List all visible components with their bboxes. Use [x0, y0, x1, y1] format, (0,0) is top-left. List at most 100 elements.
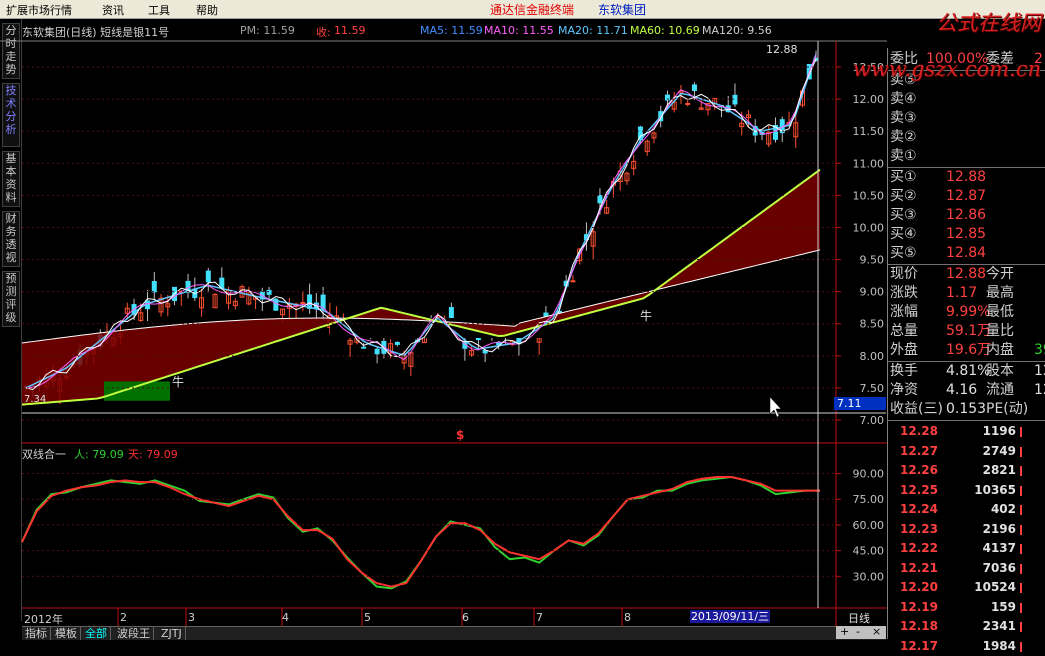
- tick-row: 12.19 159: [888, 598, 1045, 617]
- price-tick-label: 8.50: [860, 318, 885, 331]
- indicator-ren: 人: 79.09: [74, 448, 124, 461]
- buy-price: 12.86: [946, 207, 987, 223]
- buy-row: 买④ 12.85: [888, 225, 1045, 244]
- buy-label: 买②: [890, 188, 917, 204]
- price-tick-label: 11.50: [853, 125, 885, 138]
- stat-label: 涨跌: [890, 285, 918, 301]
- mouse-cursor-icon: [769, 396, 782, 418]
- tick-bar: [1020, 524, 1022, 535]
- tick-row: 12.18 2341: [888, 617, 1045, 636]
- zoom-controls: + - ×: [836, 625, 886, 639]
- price-tick-label: 9.50: [860, 254, 885, 267]
- sell-label: 卖①: [890, 148, 917, 164]
- tick-bar: [1020, 446, 1022, 457]
- buy-row: 买① 12.88: [888, 168, 1045, 187]
- tab-all[interactable]: 全部: [82, 627, 111, 640]
- tick-price: 12.25: [900, 482, 938, 497]
- stat-value: 39: [1034, 342, 1045, 358]
- stat-label: 量比: [986, 323, 1014, 339]
- stat-row: 收益(三) 0.153 PE(动): [888, 400, 1045, 419]
- candle-body: [394, 341, 400, 345]
- price-tick-label: 9.00: [860, 286, 885, 299]
- stat-value: 12.88: [946, 266, 987, 282]
- chart-title: 东软集团(日线) 短线是银11号: [22, 26, 170, 39]
- candle-body: [691, 84, 697, 92]
- zoom-in-button[interactable]: +: [840, 625, 849, 638]
- time-label: 2012年: [24, 613, 63, 626]
- tick-bar: [1020, 622, 1022, 632]
- price-tick-label: 11.00: [853, 157, 885, 170]
- high-price-label: 12.88: [766, 43, 798, 56]
- green-band: [104, 381, 170, 401]
- stat-value: 1.17: [946, 285, 978, 301]
- ma5-value: MA5: 11.59: [420, 24, 483, 37]
- tab-templates[interactable]: 模板: [52, 627, 81, 640]
- period-selector[interactable]: 日线: [848, 610, 870, 626]
- tick-qty: 2749: [982, 443, 1016, 458]
- tick-row: 12.21 7036: [888, 559, 1045, 578]
- price-tick-label: 7.50: [860, 382, 885, 395]
- tick-row: 12.23 2196: [888, 520, 1045, 539]
- stat-value: 19.6万: [946, 342, 992, 358]
- buy-price: 12.85: [946, 226, 987, 242]
- stat-label: 总量: [890, 323, 918, 339]
- tick-price: 12.26: [900, 463, 938, 477]
- price-tick-label: 12.00: [853, 93, 885, 106]
- tab-wave-king[interactable]: 波段王: [114, 627, 154, 640]
- ma20-value: MA20: 11.71: [558, 24, 628, 37]
- s-marker: $: [456, 428, 465, 442]
- tick-price: 12.20: [900, 580, 938, 594]
- buy-price: 12.88: [946, 169, 987, 185]
- ma120-value: MA120: 9.56: [702, 24, 772, 37]
- tick-bar: [1020, 505, 1022, 515]
- low-price-label: 7.34: [24, 394, 47, 405]
- ma60-value: MA60: 10.69: [630, 24, 700, 37]
- tick-row: 12.27 2749: [888, 442, 1045, 461]
- price-tick-label: 10.50: [853, 189, 885, 202]
- moving-average-lines: [21, 53, 821, 406]
- candle-body: [151, 280, 157, 293]
- tick-qty: 4137: [982, 541, 1016, 555]
- main-chart-header: 东软集团(日线) 短线是银11号: [22, 24, 173, 39]
- price-tick-label: 8.00: [860, 350, 885, 363]
- tick-row: 12.26 2821: [888, 461, 1045, 480]
- tick-bar: [1020, 563, 1022, 574]
- buy-price: 12.84: [946, 245, 987, 261]
- tian-series-line: [21, 475, 820, 588]
- tick-price: 12.28: [900, 424, 938, 438]
- sell-label: 卖③: [890, 110, 917, 126]
- stat-label: 外盘: [890, 342, 918, 358]
- cow-signal-1: 牛: [172, 375, 185, 389]
- stat-row: 现价 12.88 今开: [888, 265, 1045, 284]
- stat-row: 涨跌 1.17 最高: [888, 284, 1045, 303]
- chart-area[interactable]: 12.5012.0011.5011.0010.5010.009.509.008.…: [0, 0, 887, 626]
- close-button[interactable]: ×: [872, 625, 881, 638]
- tab-indicators[interactable]: 指标: [22, 627, 51, 640]
- tab-zjtj[interactable]: ZJTJ: [158, 627, 186, 640]
- indicator-tick-label: 60.00: [853, 519, 885, 532]
- tick-bar: [1020, 602, 1022, 613]
- time-label: 7: [536, 611, 543, 624]
- tick-qty: 7036: [982, 560, 1016, 575]
- candle-body: [685, 102, 691, 105]
- indicator-tick-label: 90.00: [853, 468, 885, 481]
- stat-label: 收益(三): [890, 401, 943, 417]
- sell-row: 卖④: [888, 90, 1045, 109]
- tick-row: 12.17 1984: [888, 637, 1045, 656]
- tick-bar: [1020, 641, 1022, 652]
- ma10-value: MA10: 11.55: [484, 24, 554, 37]
- sell-label: 卖②: [890, 129, 917, 145]
- tick-price: 12.22: [900, 541, 938, 555]
- pm-value: PM: 11.59: [240, 24, 295, 37]
- indicator-tian: 天: 79.09: [128, 448, 178, 461]
- sell-label: 卖④: [890, 91, 917, 107]
- tick-qty: 10524: [974, 580, 1016, 594]
- time-label: 3: [188, 611, 195, 624]
- tick-price: 12.24: [900, 502, 938, 516]
- tick-price: 12.19: [900, 599, 938, 614]
- zoom-out-button[interactable]: -: [856, 625, 860, 638]
- time-label: 6: [462, 611, 469, 624]
- tick-qty: 10365: [974, 482, 1016, 497]
- stat-value: 0.153: [946, 401, 987, 417]
- stat-row: 涨幅 9.99% 最低: [888, 303, 1045, 322]
